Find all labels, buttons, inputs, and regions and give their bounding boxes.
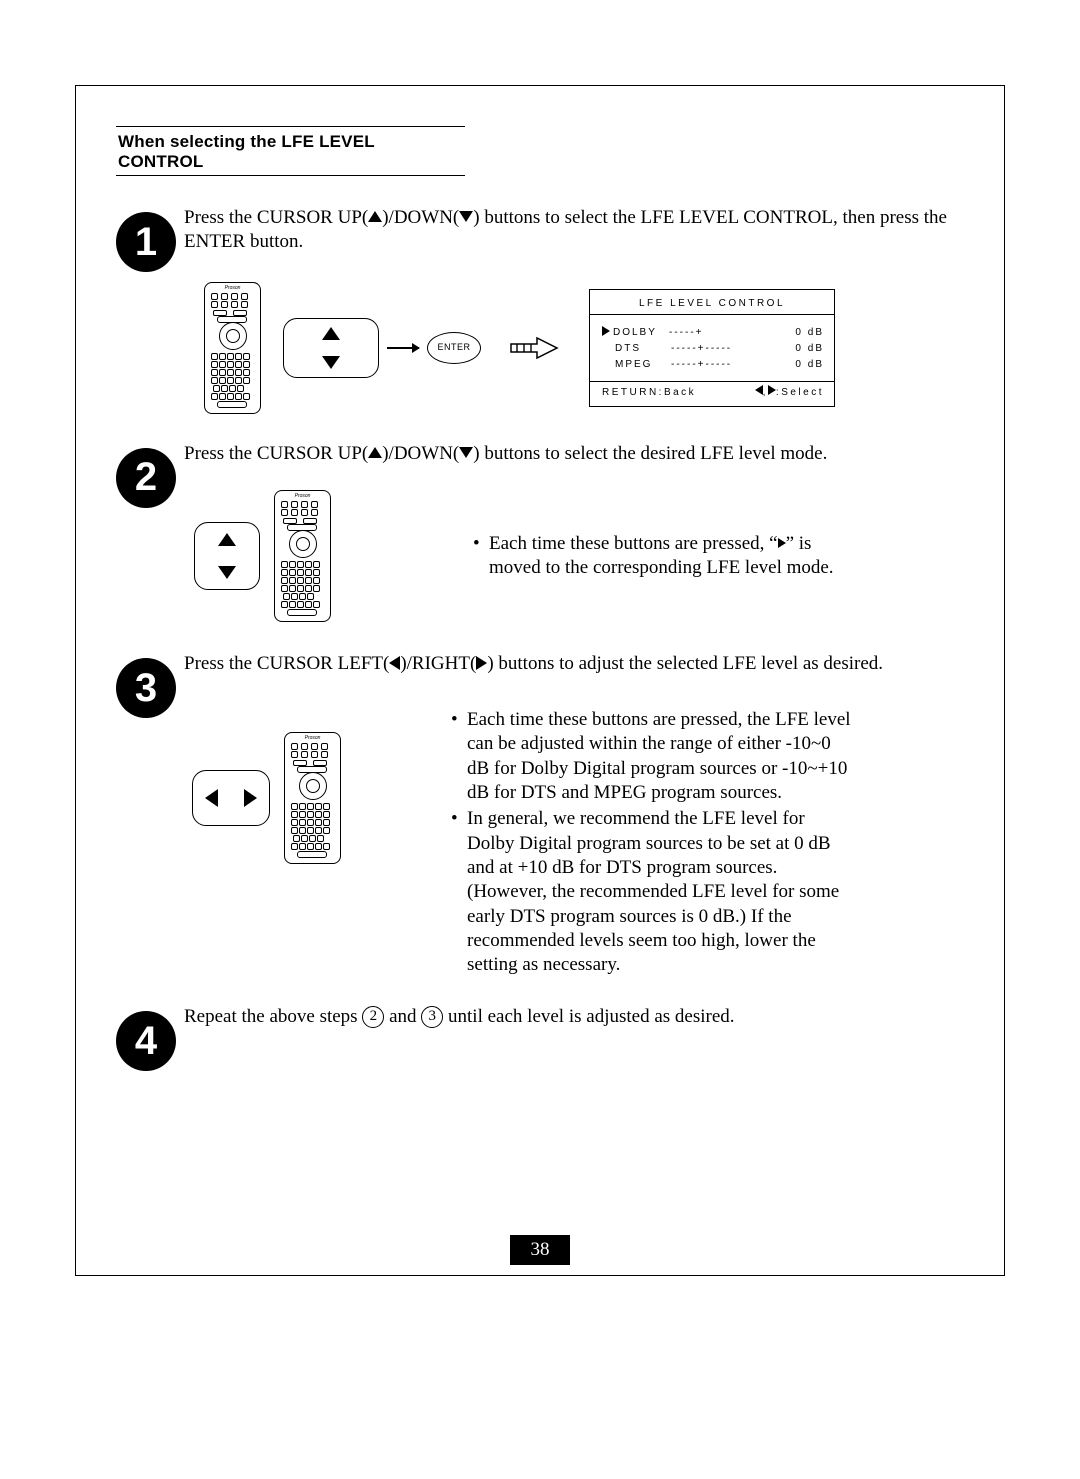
up-arrow-icon: [218, 533, 236, 546]
step-2: 2 Press the CURSOR UP( )/DOWN( ) buttons t…: [116, 440, 964, 623]
step-1-illustration: Proson: [204, 282, 964, 414]
cursor-right-icon: [476, 656, 487, 670]
enter-button-icon: ENTER: [427, 332, 481, 364]
step-2-text: Press the CURSOR UP( )/DOWN( ) buttons to …: [184, 442, 964, 466]
step-3-text: Press the CURSOR LEFT( )/RIGHT( ) buttons …: [184, 652, 964, 676]
cursor-down-icon: [459, 447, 473, 458]
right-arrow-icon: [244, 789, 257, 807]
triangle-right-icon: [778, 538, 786, 548]
step-3: 3 Press the CURSOR LEFT( )/RIGHT( ) button…: [116, 650, 964, 977]
osd-foot-left: RETURN:Back: [602, 387, 696, 400]
step-number-2: 2: [116, 448, 176, 508]
step-4: 4 Repeat the above steps 2 and 3 until e…: [116, 1003, 964, 1071]
step-1: 1 Press the CURSOR UP()/DOWN() buttons t…: [116, 204, 964, 414]
cursor-down-icon: [459, 211, 473, 222]
osd-foot-right: ,:Select: [755, 387, 824, 400]
triangle-left-icon: [755, 385, 763, 395]
content-frame: When selecting the LFE LEVEL CONTROL 1 P…: [75, 85, 1005, 1276]
osd-panel: LFE LEVEL CONTROL DOLBY -----+ 0 dB DTS: [589, 289, 835, 407]
t: Repeat the above steps: [184, 1006, 362, 1027]
osd-scale: -----+-----: [671, 341, 780, 357]
cursor-up-down-buttons: [283, 318, 379, 378]
osd-label: DTS: [615, 341, 671, 357]
flow-arrow-icon: [387, 347, 419, 349]
step-number-4: 4: [116, 1011, 176, 1071]
page-number: 38: [510, 1235, 570, 1265]
osd-value: 0 dB: [780, 357, 824, 373]
step-4-text: Repeat the above steps 2 and 3 until eac…: [184, 1005, 964, 1029]
t: )/RIGHT(: [400, 653, 476, 674]
step-number-1: 1: [116, 212, 176, 272]
cursor-left-icon: [389, 656, 400, 670]
osd-label: DOLBY: [613, 325, 669, 341]
step-2-illustration: Proson: [194, 490, 964, 622]
t: :Select: [776, 387, 824, 398]
step-3-note-1: Each time these buttons are pressed, the…: [449, 708, 854, 805]
t: )/DOWN(: [382, 443, 459, 464]
triangle-right-icon: [602, 326, 610, 336]
section-title: When selecting the LFE LEVEL CONTROL: [116, 126, 465, 176]
cursor-left-right-buttons: [192, 770, 270, 826]
t: Each time these buttons are pressed, “: [489, 533, 778, 554]
osd-title: LFE LEVEL CONTROL: [590, 290, 834, 315]
t: and: [384, 1006, 421, 1027]
t: Press the CURSOR UP(: [184, 443, 368, 464]
circled-2-icon: 2: [362, 1006, 384, 1028]
remote-control-icon: Proson: [284, 732, 341, 864]
up-arrow-icon: [322, 327, 340, 340]
osd-scale: -----+: [669, 325, 780, 341]
t: until each level is adjusted as desired.: [443, 1006, 734, 1027]
down-arrow-icon: [218, 566, 236, 579]
osd-value: 0 dB: [780, 325, 824, 341]
osd-scale: -----+-----: [671, 357, 780, 373]
step-3-notes: Each time these buttons are pressed, the…: [449, 708, 854, 977]
remote-control-icon: Proson: [204, 282, 261, 414]
step-number-3: 3: [116, 658, 176, 718]
manual-page: When selecting the LFE LEVEL CONTROL 1 P…: [0, 0, 1080, 1479]
t: )/DOWN(: [382, 207, 459, 228]
osd-row-mpeg: MPEG -----+----- 0 dB: [602, 357, 824, 373]
cursor-up-icon: [368, 211, 382, 222]
outline-arrow-icon: [507, 335, 559, 361]
t: Press the CURSOR LEFT(: [184, 653, 389, 674]
step-3-illustration: Proson: [192, 708, 964, 977]
step-3-note-2: In general, we recommend the LFE level f…: [449, 807, 854, 977]
cursor-up-down-buttons: [194, 522, 260, 590]
step-2-note: Each time these buttons are pressed, “” …: [471, 532, 851, 581]
remote-control-icon: Proson: [274, 490, 331, 622]
t: Press the CURSOR UP(: [184, 207, 368, 228]
left-arrow-icon: [205, 789, 218, 807]
osd-row-dolby: DOLBY -----+ 0 dB: [602, 325, 824, 341]
osd-row-dts: DTS -----+----- 0 dB: [602, 341, 824, 357]
triangle-right-icon: [768, 385, 776, 395]
t: ) buttons to adjust the selected LFE lev…: [487, 653, 883, 674]
cursor-up-icon: [368, 447, 382, 458]
t: ) buttons to select the desired LFE leve…: [473, 443, 827, 464]
step-1-text: Press the CURSOR UP()/DOWN() buttons to …: [184, 206, 964, 254]
osd-label: MPEG: [615, 357, 671, 373]
circled-3-icon: 3: [421, 1006, 443, 1028]
osd-value: 0 dB: [780, 341, 824, 357]
down-arrow-icon: [322, 356, 340, 369]
